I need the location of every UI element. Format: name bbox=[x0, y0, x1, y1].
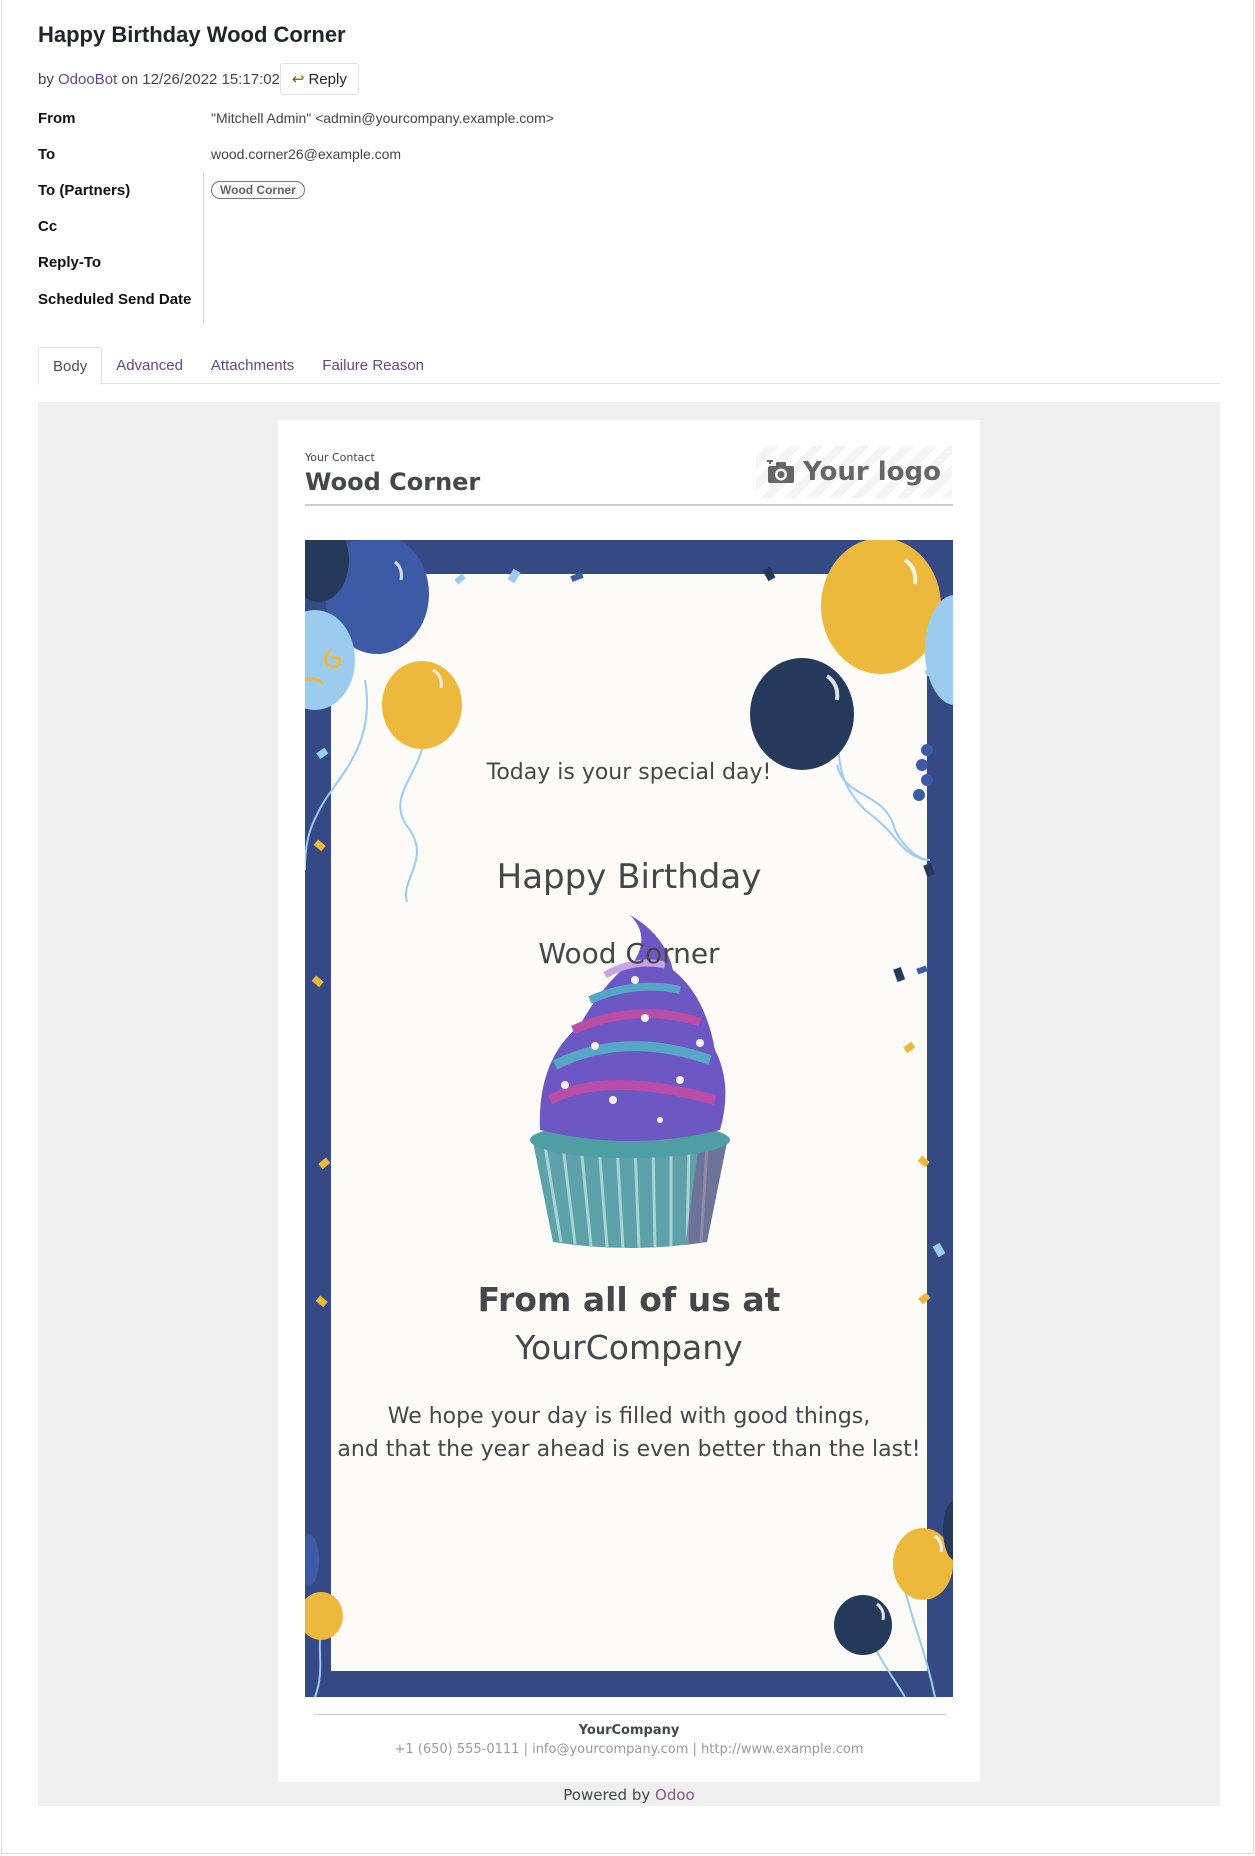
reply-icon: ↩ bbox=[291, 71, 305, 88]
powered-prefix: Powered by bbox=[563, 1786, 651, 1804]
partners-value: Wood Corner bbox=[203, 181, 305, 199]
odoo-link[interactable]: Odoo bbox=[655, 1786, 695, 1804]
from-label: From bbox=[38, 109, 76, 127]
tab-failure-reason[interactable]: Failure Reason bbox=[308, 347, 438, 384]
wish-line-2: and that the year ahead is even better t… bbox=[337, 1437, 921, 1462]
tab-attachments[interactable]: Attachments bbox=[197, 347, 308, 384]
email-card: Your Contact Wood Corner Your logo Today… bbox=[278, 420, 980, 1782]
header-divider bbox=[305, 504, 953, 506]
reply-button[interactable]: ↩ Reply bbox=[279, 63, 359, 95]
scheduled-row: Scheduled Send Date bbox=[38, 281, 238, 317]
scheduled-label: Scheduled Send Date bbox=[38, 290, 192, 308]
special-day-text: Today is your special day! bbox=[486, 760, 772, 785]
wish-line-1: We hope your day is filled with good thi… bbox=[387, 1404, 871, 1429]
company-logo: Your logo bbox=[756, 446, 952, 498]
balloon-cluster-top-left bbox=[305, 540, 462, 749]
camera-icon bbox=[767, 460, 795, 483]
mail-byline: by OdooBot on 12/26/2022 15:17:02 ↩ Repl… bbox=[38, 62, 359, 96]
footer-contact-info: +1 (650) 555-0111 | info@yourcompany.com… bbox=[394, 1742, 864, 1757]
mail-body-preview: Your Contact Wood Corner Your logo Today… bbox=[38, 402, 1220, 1806]
balloon-cluster-bottom bbox=[305, 1500, 953, 1655]
powered-by: Powered by Odoo bbox=[38, 1786, 1220, 1804]
company-name-heading: YourCompany bbox=[515, 1328, 743, 1367]
footer-divider bbox=[314, 1714, 946, 1715]
logo-text: Your logo bbox=[803, 457, 941, 487]
cc-label: Cc bbox=[38, 217, 58, 235]
tab-advanced[interactable]: Advanced bbox=[102, 347, 197, 384]
partners-label: To (Partners) bbox=[38, 181, 131, 199]
reply-to-label: Reply-To bbox=[38, 253, 102, 271]
to-label: To bbox=[38, 145, 56, 163]
birthday-card: Today is your special day! Happy Birthda… bbox=[305, 540, 953, 1697]
from-all-heading: From all of us at bbox=[477, 1280, 781, 1319]
happy-birthday-heading: Happy Birthday bbox=[496, 857, 762, 897]
contact-label: Your Contact bbox=[305, 451, 375, 464]
footer-company: YourCompany bbox=[578, 1723, 680, 1738]
recipient-name: Wood Corner bbox=[538, 937, 720, 970]
partners-row: To (Partners) Wood Corner bbox=[38, 172, 305, 208]
author-link[interactable]: OdooBot bbox=[58, 71, 117, 88]
notebook-tabs: Body Advanced Attachments Failure Reason bbox=[38, 347, 1220, 385]
to-value: wood.corner26@example.com bbox=[211, 146, 402, 162]
from-row: From "Mitchell Admin" <admin@yourcompany… bbox=[38, 100, 554, 136]
tab-body[interactable]: Body bbox=[38, 347, 103, 385]
contact-name: Wood Corner bbox=[305, 468, 481, 496]
reply-to-row: Reply-To bbox=[38, 244, 203, 280]
balloons-decoration bbox=[305, 540, 953, 1697]
by-prefix: by bbox=[38, 70, 54, 88]
mail-subject: Happy Birthday Wood Corner bbox=[38, 22, 346, 47]
partner-tag[interactable]: Wood Corner bbox=[211, 181, 305, 199]
reply-label: Reply bbox=[308, 70, 347, 88]
cc-row: Cc bbox=[38, 208, 203, 244]
to-row: To wood.corner26@example.com bbox=[38, 136, 401, 172]
from-value: "Mitchell Admin" <admin@yourcompany.exam… bbox=[211, 110, 554, 126]
sent-date: on 12/26/2022 15:17:02 bbox=[121, 70, 280, 88]
